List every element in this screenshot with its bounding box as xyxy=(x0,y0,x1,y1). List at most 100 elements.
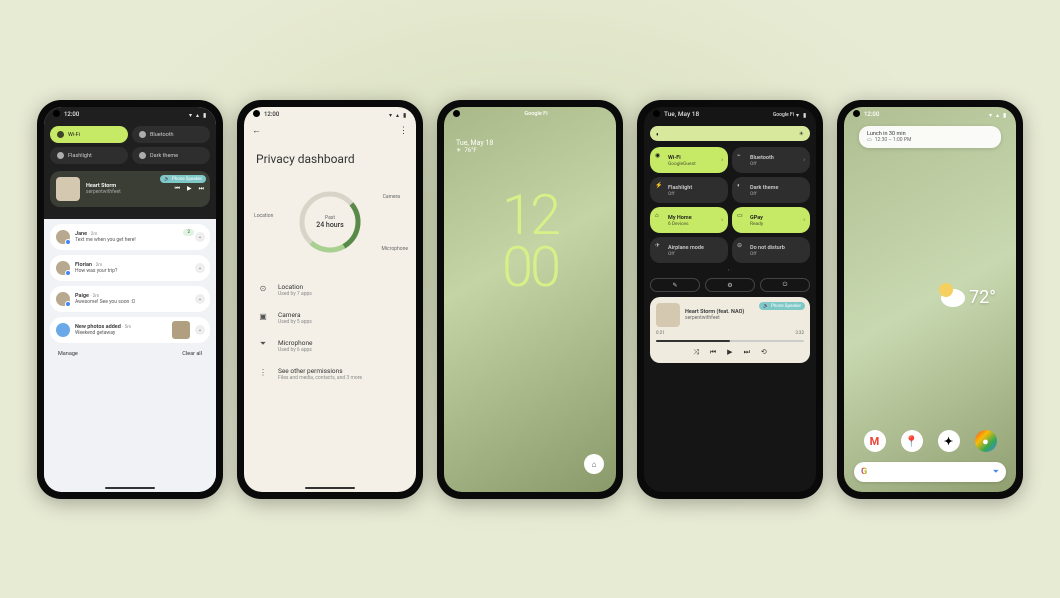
chevron-down-icon[interactable]: ⌄ xyxy=(195,325,205,335)
prev-icon[interactable]: ⏮ xyxy=(710,348,716,357)
qs-wifi[interactable]: ◉Wi-FiGoogleGuest› xyxy=(650,147,728,173)
media-player[interactable]: 🔊Phone Speaker Heart Storm (feat. NAO)se… xyxy=(650,297,810,363)
notification-item[interactable]: New photos added · 5mWeekend getaway ⌄ xyxy=(50,317,210,343)
brightness-slider[interactable]: ◐ ☀ xyxy=(650,126,810,141)
power-button[interactable]: ⏻ xyxy=(760,278,810,292)
chevron-down-icon[interactable]: ⌄ xyxy=(195,294,205,304)
app-maps[interactable]: 📍 xyxy=(901,430,923,452)
repeat-icon[interactable]: ⟲ xyxy=(761,348,767,357)
prev-icon[interactable]: ⏮ xyxy=(175,185,180,193)
qs-airplane[interactable]: ✈Airplane modeOff xyxy=(650,237,728,263)
clock: 12:00 xyxy=(264,111,279,118)
permission-list: ⊙LocationUsed by 7 apps ▣CameraUsed by 5… xyxy=(244,268,416,396)
avatar xyxy=(56,230,70,244)
app-chrome[interactable]: ● xyxy=(975,430,997,452)
qs-bluetooth[interactable]: ⌁BluetoothOff› xyxy=(732,147,810,173)
chevron-down-icon[interactable]: ⌄ xyxy=(195,263,205,273)
sun-icon: ☀ xyxy=(456,147,461,154)
location-icon: ⊙ xyxy=(258,283,268,293)
permission-camera[interactable]: ▣CameraUsed by 5 apps xyxy=(256,304,404,332)
airplane-icon: ✈ xyxy=(655,242,660,249)
speaker-icon: 🔊 xyxy=(164,177,170,182)
clear-all-button[interactable]: Clear all xyxy=(182,351,202,357)
speaker-pill[interactable]: 🔊Phone Speaker xyxy=(160,175,206,183)
brightness-low-icon: ◐ xyxy=(656,131,662,137)
qs-my-home[interactable]: ⌂My Home6 Devices› xyxy=(650,207,728,233)
qs-dark-theme[interactable]: ◐Dark themeOff xyxy=(732,177,810,203)
mic-icon[interactable]: ⏷ xyxy=(993,467,999,477)
manage-button[interactable]: Manage xyxy=(58,351,78,357)
notification-item[interactable]: Jane · 2mText me when you get here! 2 ⌄ xyxy=(50,224,210,250)
status-bar: Google Fi xyxy=(444,107,616,121)
permission-microphone[interactable]: ⏷MicrophoneUsed by 6 apps xyxy=(256,332,404,360)
chevron-right-icon: › xyxy=(803,157,805,164)
dnd-icon: ⊖ xyxy=(737,242,742,249)
permission-other[interactable]: ⋮See other permissionsFiles and media, c… xyxy=(256,360,404,388)
microphone-icon: ⏷ xyxy=(258,339,268,349)
home-icon: ⌂ xyxy=(655,212,659,219)
photos-icon xyxy=(56,323,70,337)
notification-item[interactable]: Paige · 2mAwesome! See you soon :O ⌄ xyxy=(50,286,210,312)
next-icon[interactable]: ⏭ xyxy=(744,348,750,357)
camera-icon: ▣ xyxy=(258,311,268,321)
media-card[interactable]: 🔊Phone Speaker Heart Storm serpentwithfe… xyxy=(50,171,210,207)
back-icon[interactable]: ← xyxy=(252,125,261,136)
qs-flashlight[interactable]: ⚡FlashlightOff xyxy=(650,177,728,203)
more-icon[interactable]: ⋮ xyxy=(399,126,408,136)
qs-date: Tue, May 18 xyxy=(664,110,699,118)
chevron-right-icon: › xyxy=(721,157,723,164)
avatar xyxy=(56,292,70,306)
wallet-button[interactable]: ⌂ xyxy=(584,454,604,474)
status-bar: 12:00 ▾▴▮ xyxy=(44,107,216,121)
bluetooth-icon xyxy=(139,131,146,138)
qs-dark-theme[interactable]: Dark theme xyxy=(132,147,210,164)
clock: 12:00 xyxy=(864,111,879,118)
speaker-icon: 🔊 xyxy=(763,304,769,309)
wallet-icon: ▭ xyxy=(737,212,743,219)
edit-button[interactable]: ✎ xyxy=(650,278,700,292)
lock-clock: 12 00 xyxy=(444,189,616,293)
play-icon[interactable]: ▶ xyxy=(187,185,192,193)
weather-widget[interactable]: 72° xyxy=(941,287,996,308)
permission-location[interactable]: ⊙LocationUsed by 7 apps xyxy=(256,276,404,304)
status-icons: ▾▴▮ xyxy=(189,112,208,117)
progress-bar[interactable] xyxy=(656,340,804,342)
lock-date: Tue, May 18 xyxy=(456,139,604,147)
app-gmail[interactable]: M xyxy=(864,430,886,452)
calendar-icon: ▭ xyxy=(867,137,872,143)
album-art xyxy=(56,177,80,201)
speaker-pill[interactable]: 🔊Phone Speaker xyxy=(759,302,805,310)
photo-thumbnail xyxy=(172,321,190,339)
status-bar: 12:00 ▾▴▮ xyxy=(244,107,416,121)
bluetooth-icon: ⌁ xyxy=(737,152,741,159)
page-indicator: • · xyxy=(644,266,816,276)
app-photos[interactable]: ✦ xyxy=(938,430,960,452)
search-bar[interactable]: G ⏷ xyxy=(854,462,1006,482)
carrier: Google Fi xyxy=(524,111,547,117)
notification-list[interactable]: Jane · 2mText me when you get here! 2 ⌄ … xyxy=(44,219,216,492)
phone-lock-screen: Google Fi Tue, May 18 ☀76°F 12 00 ⌂ xyxy=(437,100,623,499)
page-title: Privacy dashboard xyxy=(244,140,416,176)
dark-theme-icon xyxy=(139,152,146,159)
wifi-icon: ◉ xyxy=(655,152,660,159)
app-dock: M 📍 ✦ ● xyxy=(844,430,1016,452)
qs-dnd[interactable]: ⊖Do not disturbOff xyxy=(732,237,810,263)
play-icon[interactable]: ▶ xyxy=(727,348,732,357)
qs-wifi[interactable]: Wi-Fi xyxy=(50,126,128,143)
qs-bluetooth[interactable]: Bluetooth xyxy=(132,126,210,143)
status-bar: Tue, May 18 Google Fi ▾▮ xyxy=(644,107,816,121)
notification-item[interactable]: Florian · 2mHow was your trip? ⌄ xyxy=(50,255,210,281)
google-logo-icon: G xyxy=(861,467,867,477)
qs-gpay[interactable]: ▭GPayReady› xyxy=(732,207,810,233)
avatar xyxy=(56,261,70,275)
qs-flashlight[interactable]: Flashlight xyxy=(50,147,128,164)
at-a-glance[interactable]: Lunch in 30 min ▭12:30 – 1:00 PM xyxy=(859,126,1001,148)
chevron-down-icon[interactable]: ⌄ xyxy=(195,232,205,242)
usage-chart: Past24 hours Location Camera Microphone xyxy=(244,176,416,268)
next-icon[interactable]: ⏭ xyxy=(199,185,204,193)
shuffle-icon[interactable]: ⤨ xyxy=(693,348,699,357)
status-icons: ▾▴▮ xyxy=(389,112,408,117)
settings-button[interactable]: ⚙ xyxy=(705,278,755,292)
media-artist: serpentwithfeet xyxy=(685,315,744,321)
clock: 12:00 xyxy=(64,111,79,118)
